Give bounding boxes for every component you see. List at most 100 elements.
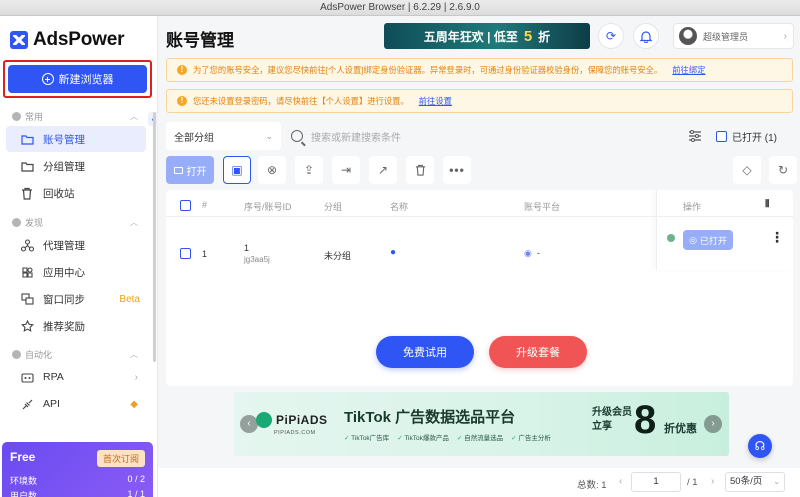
customer-support-button[interactable]: ☊ (748, 434, 772, 458)
column-header[interactable]: 序号/账号ID (244, 200, 292, 213)
ad-next-arrow-icon[interactable]: › (704, 415, 722, 433)
checkbox[interactable] (716, 131, 727, 142)
sidebar-item-groups[interactable]: 分组管理 (6, 153, 146, 179)
close-browser-button[interactable]: ⊗ (258, 156, 286, 184)
sidebar-item-label: API (43, 398, 60, 410)
chevron-down-icon: ⌄ (265, 130, 273, 141)
new-browser-button[interactable]: 新建浏览器 (8, 65, 147, 93)
adspower-logo-icon (10, 31, 28, 49)
ad-tag: TikTok爆款产品 (397, 432, 449, 442)
sidebar: AdsPower 新建浏览器 ‹ 常用 ︿ 账号管理 分组管理 回收站 发现 ︿ (0, 16, 158, 497)
export-icon: ↗ (377, 163, 389, 177)
header-divider (166, 216, 793, 217)
chevron-up-icon: ︿ (130, 111, 138, 121)
gift-icon (20, 319, 34, 333)
sidebar-item-window-sync[interactable]: 窗口同步 Beta (6, 286, 146, 312)
accounts-table: # 序号/账号ID 分组 名称 账号平台 操作 ⦀ ⋮ 1 1 jg3aa5j … (166, 190, 793, 386)
trash-icon (415, 164, 425, 176)
move-group-button[interactable]: ⇥ (332, 156, 360, 184)
ad-tags: TikTok广告库 TikTok爆款产品 自然流量选品 广告主分析 (344, 432, 551, 442)
more-actions-button[interactable]: ••• (443, 156, 471, 184)
column-header[interactable]: 账号平台 (524, 200, 560, 213)
chevron-right-icon: › (783, 30, 787, 42)
column-header[interactable]: 名称 (390, 200, 408, 213)
window-titlebar: AdsPower Browser | 6.2.29 | 2.6.9.0 (0, 0, 800, 16)
browser-icon: ◎ (689, 234, 697, 245)
column-settings-icon[interactable]: ⦀ (765, 199, 769, 210)
sidebar-item-referral[interactable]: 推荐奖励 (6, 313, 146, 339)
sidebar-item-trash[interactable]: 回收站 (6, 180, 146, 206)
globe-icon (667, 234, 675, 242)
robot-button[interactable]: ▣ (223, 156, 251, 184)
upload-icon: ⇪ (303, 163, 315, 177)
upgrade-plan-button[interactable]: 升级套餐 (489, 336, 587, 368)
beta-badge: Beta (119, 293, 140, 305)
logo-text: AdsPower (33, 29, 125, 50)
delete-button[interactable] (406, 156, 434, 184)
group-select[interactable]: 全部分组 ⌄ (166, 122, 281, 150)
section-label: 自动化 (25, 349, 53, 360)
section-automation[interactable]: 自动化 ︿ (0, 345, 150, 363)
sidebar-item-app-center[interactable]: 应用中心 (6, 259, 146, 285)
page-size-select[interactable]: 50条/页 ⌄ (725, 472, 785, 492)
opened-status-button[interactable]: ◎ 已打开 (683, 230, 733, 250)
first-subscribe-button[interactable]: 首次订阅 (96, 450, 145, 467)
user-menu[interactable]: 超级管理员 › (673, 23, 794, 49)
page-number-input[interactable]: 1 (631, 472, 681, 492)
env-count-value: 0 / 2 (127, 474, 145, 484)
promo-banner[interactable]: 五周年狂欢 | 低至 5 折 (384, 23, 590, 49)
notification-button[interactable] (633, 23, 659, 49)
free-trial-button[interactable]: 免费试用 (376, 336, 474, 368)
promo-text: 五周年狂欢 | 低至 (423, 29, 518, 44)
upload-button[interactable]: ⇪ (295, 156, 323, 184)
filter-settings-icon[interactable] (688, 129, 702, 143)
sidebar-item-label: 应用中心 (43, 266, 85, 279)
sidebar-item-rpa[interactable]: RPA › (6, 364, 146, 390)
robot-icon: ▣ (231, 163, 243, 177)
proxy-icon (20, 238, 34, 252)
coin-icon: ◆ (130, 398, 138, 410)
tag-button[interactable]: ◇ (733, 156, 761, 184)
ad-banner[interactable]: ‹ PiPiADS PIPIADS.COM TikTok 广告数据选品平台 Ti… (234, 392, 729, 456)
open-button[interactable]: 打开 (166, 156, 214, 184)
sidebar-item-label: 窗口同步 (43, 293, 85, 306)
section-discover[interactable]: 发现 ︿ (0, 213, 150, 231)
select-all-checkbox[interactable] (180, 200, 191, 211)
refresh-icon: ↻ (777, 163, 789, 177)
opened-filter-checkbox[interactable]: 已打开 (1) (716, 129, 777, 144)
refresh-button[interactable]: ↻ (769, 156, 797, 184)
folder-icon (20, 132, 34, 146)
rpa-icon (20, 370, 34, 384)
sidebar-scrollbar[interactable] (153, 112, 156, 362)
row-account-id: jg3aa5j (244, 255, 270, 264)
apple-icon: ● (390, 247, 397, 258)
avatar (679, 27, 697, 45)
go-settings-link[interactable]: 前往设置 (419, 95, 452, 107)
user-count-value: 1 / 1 (127, 489, 145, 497)
window-sync-icon (20, 292, 34, 306)
row-checkbox[interactable] (180, 248, 191, 259)
ad-upgrade-text: 升级会员 立享 (592, 406, 632, 434)
platform-icon: ◉ (524, 248, 532, 258)
go-bind-link[interactable]: 前往绑定 (672, 64, 705, 76)
ad-title: TikTok 广告数据选品平台 (344, 409, 516, 426)
env-count-label: 环境数 (10, 476, 38, 486)
api-icon (20, 397, 34, 411)
sync-button[interactable]: ⟳ (598, 23, 624, 49)
promo-suffix: 折 (538, 29, 551, 44)
prev-page-icon[interactable]: ‹ (619, 476, 622, 487)
column-header[interactable]: 分组 (324, 200, 342, 213)
sidebar-item-proxy[interactable]: 代理管理 (6, 232, 146, 258)
next-page-icon[interactable]: › (711, 476, 714, 487)
alert-text: 为了您的账号安全，建议您尽快前往[个人设置]绑定身份验证器。异常登录时，可通过身… (193, 65, 663, 75)
page-size-value: 50条/页 (730, 476, 763, 487)
sidebar-item-accounts[interactable]: 账号管理 (6, 126, 146, 152)
app-logo: AdsPower (10, 28, 125, 52)
row-more-icon[interactable]: ⋮ (770, 229, 784, 246)
search-input[interactable]: 搜索或新建搜索条件 (291, 122, 671, 150)
section-common[interactable]: 常用 ︿ (0, 107, 150, 125)
sidebar-item-api[interactable]: API ◆ (6, 391, 146, 417)
new-browser-label: 新建浏览器 (58, 74, 114, 86)
compass-section-icon (12, 217, 21, 227)
export-button[interactable]: ↗ (369, 156, 397, 184)
